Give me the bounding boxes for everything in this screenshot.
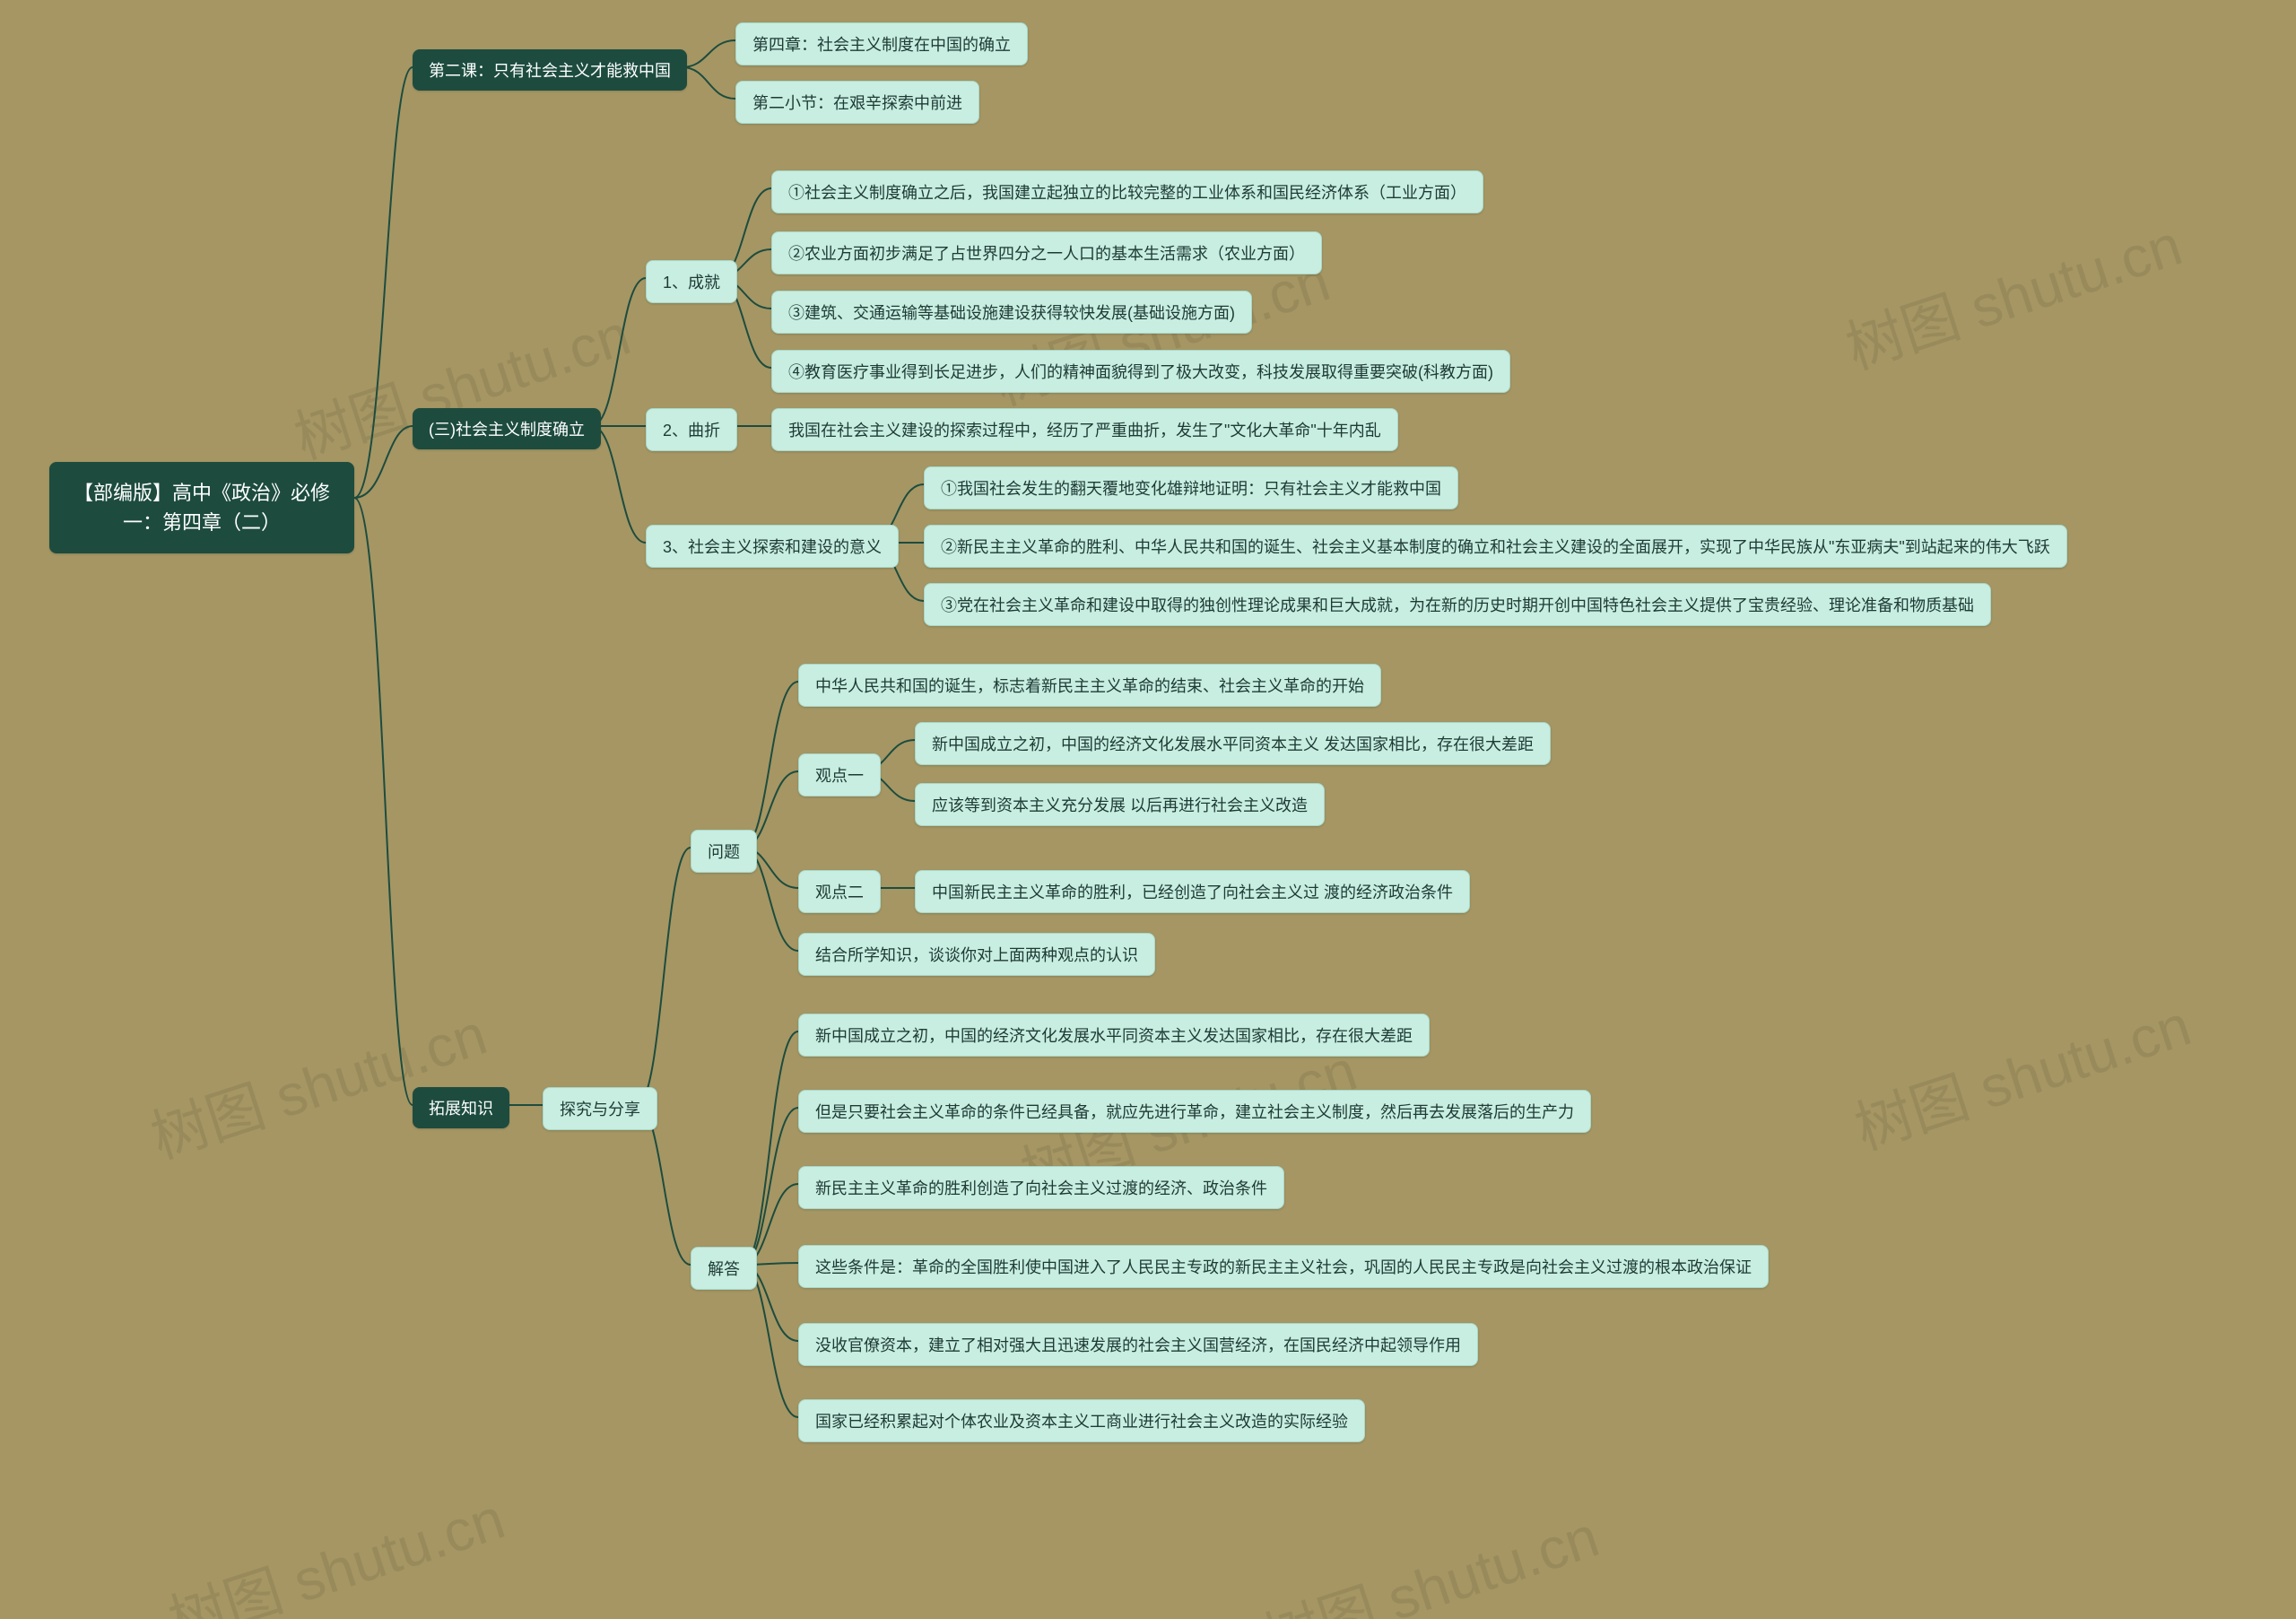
leaf-sig-3[interactable]: ③党在社会主义革命和建设中取得的独创性理论成果和巨大成就，为在新的历史时期开创中… <box>924 583 1991 626</box>
leaf-view2-1[interactable]: 中国新民主主义革命的胜利，已经创造了向社会主义过 渡的经济政治条件 <box>915 870 1470 913</box>
leaf-ans-1[interactable]: 新中国成立之初，中国的经济文化发展水平同资本主义发达国家相比，存在很大差距 <box>798 1014 1430 1057</box>
sub-significance[interactable]: 3、社会主义探索和建设的意义 <box>646 525 899 568</box>
sub-achievement[interactable]: 1、成就 <box>646 260 737 303</box>
leaf-sig-2[interactable]: ②新民主主义革命的胜利、中华人民共和国的诞生、社会主义基本制度的确立和社会主义建… <box>924 525 2067 568</box>
leaf-setback-1[interactable]: 我国在社会主义建设的探索过程中，经历了严重曲折，发生了"文化大革命"十年内乱 <box>771 408 1398 451</box>
leaf-ans-6[interactable]: 国家已经积累起对个体农业及资本主义工商业进行社会主义改造的实际经验 <box>798 1399 1365 1442</box>
leaf-q-intro[interactable]: 中华人民共和国的诞生，标志着新民主主义革命的结束、社会主义革命的开始 <box>798 664 1381 707</box>
leaf-ans-3[interactable]: 新民主主义革命的胜利创造了向社会主义过渡的经济、政治条件 <box>798 1166 1284 1209</box>
leaf-ach-1[interactable]: ①社会主义制度确立之后，我国建立起独立的比较完整的工业体系和国民经济体系（工业方… <box>771 170 1483 213</box>
leaf-view1-2[interactable]: 应该等到资本主义充分发展 以后再进行社会主义改造 <box>915 783 1325 826</box>
sub-explore-share[interactable]: 探究与分享 <box>543 1087 657 1130</box>
leaf-q-outro[interactable]: 结合所学知识，谈谈你对上面两种观点的认识 <box>798 933 1155 976</box>
leaf-sig-1[interactable]: ①我国社会发生的翻天覆地变化雄辩地证明：只有社会主义才能救中国 <box>924 466 1458 509</box>
root-node[interactable]: 【部编版】高中《政治》必修一：第四章（二） <box>49 462 354 553</box>
mindmap-canvas: 树图 shutu.cn 树图 shutu.cn 树图 shutu.cn 树图 s… <box>0 0 2296 1619</box>
sub-setback[interactable]: 2、曲折 <box>646 408 737 451</box>
branch-lesson2[interactable]: 第二课：只有社会主义才能救中国 <box>413 49 687 91</box>
watermark: 树图 shutu.cn <box>139 988 495 1174</box>
leaf-view1-1[interactable]: 新中国成立之初，中国的经济文化发展水平同资本主义 发达国家相比，存在很大差距 <box>915 722 1551 765</box>
leaf-ans-4[interactable]: 这些条件是：革命的全国胜利使中国进入了人民民主专政的新民主主义社会，巩固的人民民… <box>798 1245 1769 1288</box>
branch-extend[interactable]: 拓展知识 <box>413 1087 509 1128</box>
leaf-ach-4[interactable]: ④教育医疗事业得到长足进步，人们的精神面貌得到了极大改变，科技发展取得重要突破(… <box>771 350 1510 393</box>
leaf-ch4-title[interactable]: 第四章：社会主义制度在中国的确立 <box>735 22 1028 65</box>
branch-establish[interactable]: (三)社会主义制度确立 <box>413 408 601 449</box>
leaf-section2[interactable]: 第二小节：在艰辛探索中前进 <box>735 81 979 124</box>
watermark: 树图 shutu.cn <box>1834 199 2190 385</box>
sub-answer[interactable]: 解答 <box>691 1247 757 1290</box>
watermark: 树图 shutu.cn <box>1843 979 2199 1165</box>
sub-view1[interactable]: 观点一 <box>798 753 881 796</box>
sub-view2[interactable]: 观点二 <box>798 870 881 913</box>
leaf-ans-5[interactable]: 没收官僚资本，建立了相对强大且迅速发展的社会主义国营经济，在国民经济中起领导作用 <box>798 1323 1478 1366</box>
leaf-ans-2[interactable]: 但是只要社会主义革命的条件已经具备，就应先进行革命，建立社会主义制度，然后再去发… <box>798 1090 1591 1133</box>
watermark: 树图 shutu.cn <box>1251 1491 1607 1619</box>
sub-question[interactable]: 问题 <box>691 830 757 873</box>
leaf-ach-3[interactable]: ③建筑、交通运输等基础设施建设获得较快发展(基础设施方面) <box>771 291 1252 334</box>
leaf-ach-2[interactable]: ②农业方面初步满足了占世界四分之一人口的基本生活需求（农业方面） <box>771 231 1322 274</box>
watermark: 树图 shutu.cn <box>157 1473 513 1619</box>
